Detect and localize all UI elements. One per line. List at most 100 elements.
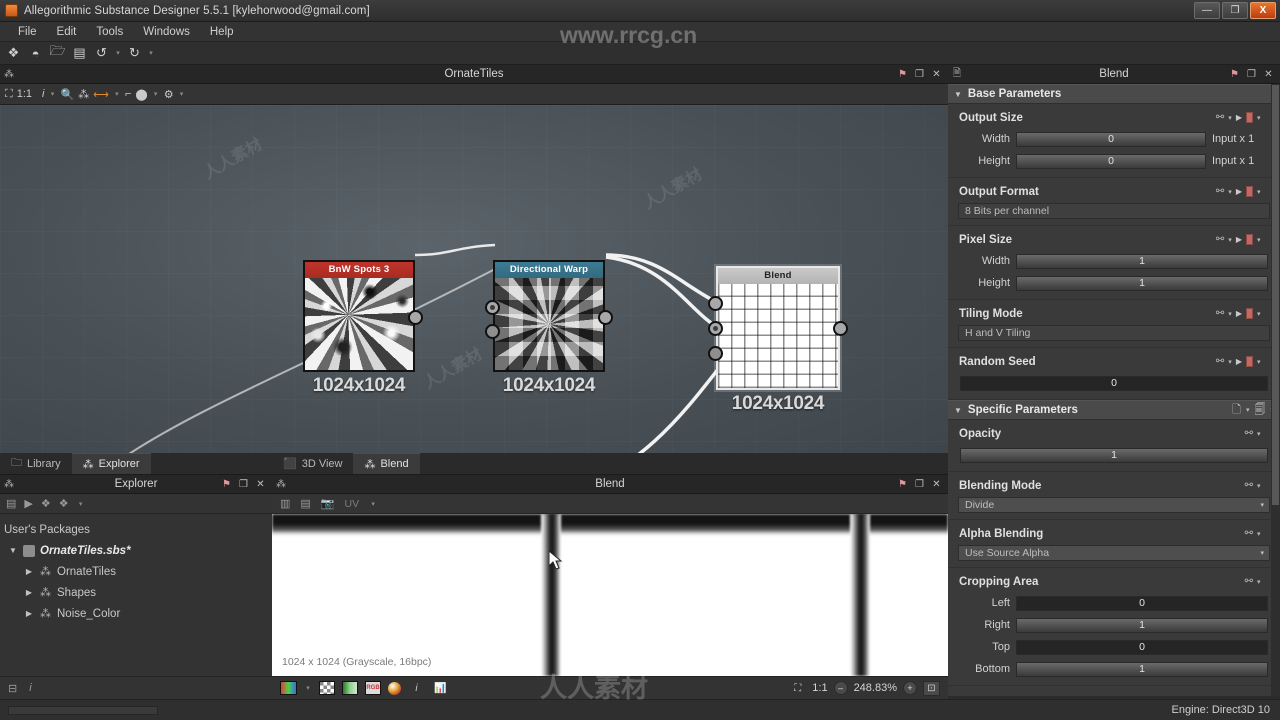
pixel-size-width-field[interactable]: 1 [1016, 253, 1268, 269]
undo-icon[interactable]: ↺ [92, 44, 111, 63]
params-pin-icon[interactable]: ⚑ [1229, 69, 1240, 80]
gradient-icon[interactable] [342, 681, 358, 695]
cropping-top-field[interactable]: 0 [1016, 639, 1268, 655]
elbow-link-icon[interactable]: ⌐ [125, 88, 131, 100]
rgb-icon[interactable]: RGB [365, 681, 381, 695]
output-size-height-field[interactable]: 0 [1016, 153, 1206, 169]
chevron-down-icon[interactable]: ▼ [954, 90, 962, 99]
output-format-combo[interactable]: 8 Bits per channel [958, 203, 1270, 219]
caret-icon[interactable]: ▾ [1257, 188, 1261, 196]
link-function-icon[interactable]: ⚯ [1216, 356, 1224, 367]
alpha-blending-combo[interactable]: Use Source Alpha ▾ [958, 545, 1270, 561]
chevron-right-icon[interactable]: ▶ [24, 588, 34, 597]
camera-icon[interactable]: 📷 [321, 497, 335, 510]
redo-icon[interactable]: ↻ [125, 44, 144, 63]
play-icon[interactable]: ▶ [1236, 357, 1242, 366]
zoom-in-button[interactable]: + [903, 681, 917, 695]
caret-icon[interactable]: ▾ [1228, 358, 1232, 366]
tree-item-shapes[interactable]: ▶ ⁂ Shapes [0, 582, 272, 603]
cropping-right-field[interactable]: 1 [1016, 617, 1268, 633]
tab-explorer[interactable]: ⁂ Explorer [71, 453, 151, 474]
caret-icon[interactable]: ▾ [1257, 310, 1261, 318]
view2d-pin-icon[interactable]: ⚑ [897, 479, 908, 490]
node-layout-icon[interactable]: ⁂ [78, 88, 89, 101]
link-function-icon[interactable]: ⚯ [1216, 308, 1224, 319]
sphere-icon[interactable] [388, 681, 401, 695]
info-icon[interactable]: i [408, 681, 425, 696]
link-function-icon[interactable]: ⚯ [1245, 576, 1253, 587]
link-function-icon[interactable]: ⚯ [1245, 428, 1253, 439]
search-icon[interactable]: 🔍 [60, 88, 74, 101]
material-sphere-icon[interactable]: ⬤ [135, 88, 147, 101]
link-function-icon[interactable]: ⚯ [1245, 480, 1253, 491]
restore-button[interactable]: ❐ [1222, 1, 1248, 19]
random-seed-field[interactable]: 0 [960, 375, 1268, 391]
material-caret[interactable]: ▾ [152, 90, 160, 98]
play-icon[interactable]: ▶ [1236, 309, 1242, 318]
chevron-down-icon[interactable]: ▼ [954, 406, 962, 415]
copy-icon[interactable]: 🗋 [1232, 401, 1241, 420]
tree-item-package[interactable]: ▼ OrnateTiles.sbs* [0, 540, 272, 561]
node-output-port[interactable] [833, 321, 848, 336]
node-blend[interactable]: Blend 1024x1024 [708, 266, 848, 415]
chevron-down-icon[interactable]: ▾ [1260, 549, 1264, 557]
uv-label[interactable]: UV [345, 498, 360, 510]
inherit-icon[interactable] [1245, 186, 1253, 197]
menu-item-edit[interactable]: Edit [47, 24, 87, 40]
save-icon[interactable]: ▤ [6, 497, 16, 510]
tab-blend-2d[interactable]: ⁂ Blend [353, 453, 420, 474]
uv-caret[interactable]: ▾ [369, 500, 377, 508]
chevron-right-icon[interactable]: ▶ [24, 609, 34, 618]
close-button[interactable]: X [1250, 1, 1276, 19]
menu-item-windows[interactable]: Windows [133, 24, 200, 40]
graph-pin-icon[interactable]: ⚑ [897, 69, 908, 80]
connection-caret[interactable]: ▾ [113, 90, 121, 98]
node-input-port-2[interactable] [485, 324, 500, 339]
node-bnw-spots-3[interactable]: BnW Spots 3 1024x1024 [303, 260, 423, 397]
gear-icon[interactable]: ⚙ [164, 88, 174, 101]
fit-view-icon[interactable]: ⛶ [5, 88, 13, 101]
minimize-button[interactable]: — [1194, 1, 1220, 19]
caret-icon[interactable]: ▾ [1228, 310, 1232, 318]
explorer-pin-icon[interactable]: ⚑ [221, 479, 232, 490]
tree-item-noise-color[interactable]: ▶ ⁂ Noise_Color [0, 603, 272, 624]
sbs-icon[interactable]: ❖ [41, 497, 51, 510]
node-input-port-1[interactable] [708, 296, 723, 311]
caret-icon[interactable]: ▾ [1257, 530, 1261, 538]
zoom-fit-label[interactable]: 1:1 [812, 682, 827, 694]
compare-icon[interactable]: ▥ [280, 497, 290, 510]
open-sphere-icon[interactable]: ◓ [26, 44, 45, 63]
menu-item-tools[interactable]: Tools [86, 24, 133, 40]
gear-caret[interactable]: ▾ [178, 90, 186, 98]
graph-float-icon[interactable]: ❐ [914, 69, 925, 80]
node-output-port[interactable] [598, 310, 613, 325]
scrollbar-thumb[interactable] [1272, 85, 1279, 505]
sbsar-icon[interactable]: ❖ [59, 497, 69, 510]
chevron-right-icon[interactable]: ▶ [24, 567, 34, 576]
tab-3d-view[interactable]: ⬛ 3D View [272, 453, 354, 474]
tiling-mode-combo[interactable]: H and V Tiling [958, 325, 1270, 341]
explorer-float-icon[interactable]: ❐ [238, 479, 249, 490]
caret-icon[interactable]: ▾ [1228, 236, 1232, 244]
caret-icon[interactable]: ▾ [1228, 188, 1232, 196]
view2d-canvas[interactable]: 1024 x 1024 (Grayscale, 16bpc) [272, 514, 948, 676]
caret-icon[interactable]: ▾ [1228, 114, 1232, 122]
caret-icon[interactable]: ▾ [1257, 482, 1261, 490]
play-icon[interactable]: ▶ [1236, 187, 1242, 196]
node-directional-warp[interactable]: Directional Warp 1024x1024 [485, 260, 613, 397]
fit-view-icon[interactable]: ⛶ [789, 681, 806, 696]
explorer-close-icon[interactable]: ✕ [255, 479, 266, 490]
color-channels-icon[interactable] [280, 681, 297, 695]
link-function-icon[interactable]: ⚯ [1216, 186, 1224, 197]
node-output-port[interactable] [408, 310, 423, 325]
output-size-width-field[interactable]: 0 [1016, 131, 1206, 147]
view2d-float-icon[interactable]: ❐ [914, 479, 925, 490]
cropping-left-field[interactable]: 0 [1016, 595, 1268, 611]
node-input-port-3[interactable] [708, 346, 723, 361]
inherit-icon[interactable] [1245, 234, 1253, 245]
redo-dropdown-caret[interactable]: ▾ [147, 49, 155, 57]
info-icon[interactable]: i [29, 682, 31, 694]
paste-icon[interactable]: 🗐 [1254, 401, 1265, 420]
menu-item-file[interactable]: File [8, 24, 47, 40]
node-input-port-1[interactable] [485, 300, 500, 315]
